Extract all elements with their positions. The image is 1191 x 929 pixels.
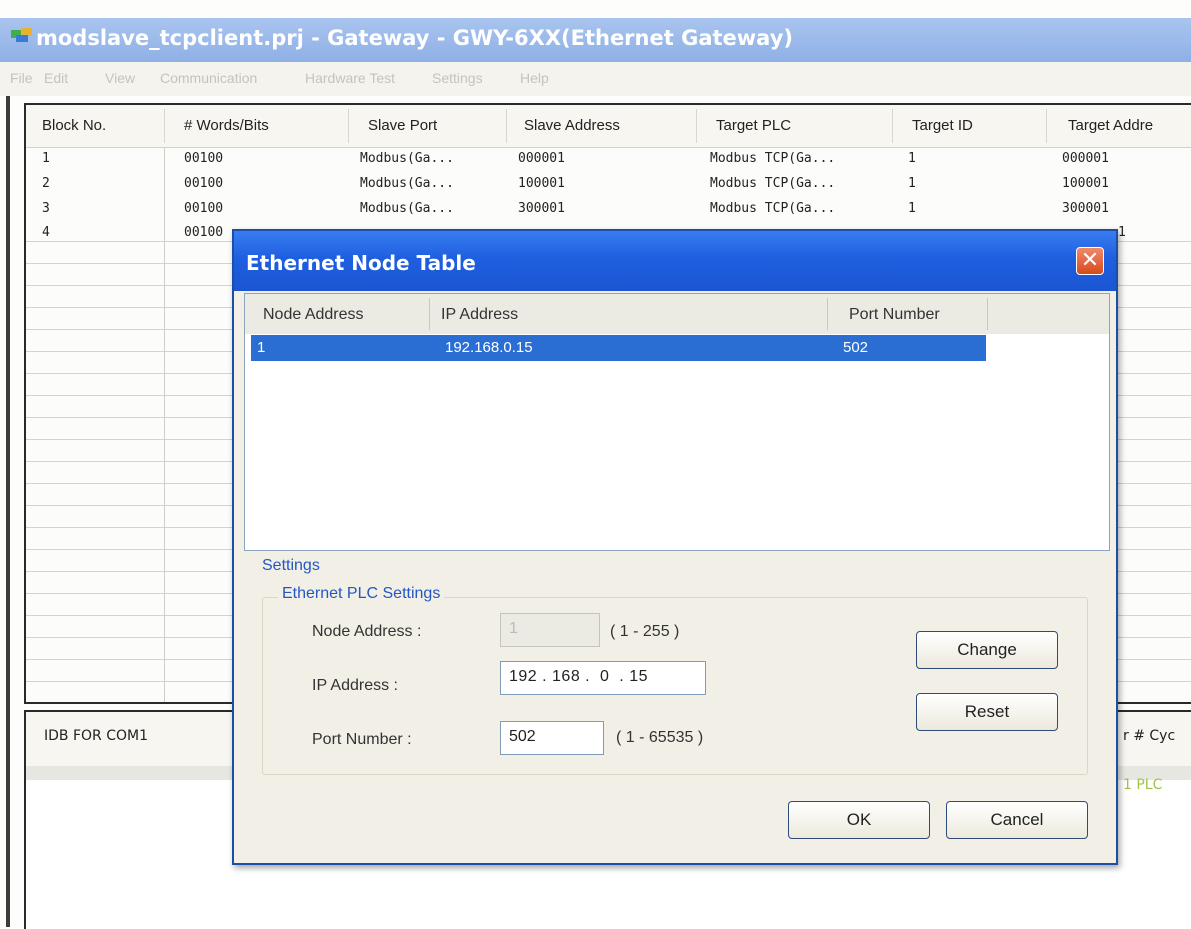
block-table-header: Block No. # Words/Bits Slave Port Slave … [26,105,1191,148]
bottom-pane-status: 1 PLC [1123,777,1163,793]
node-address-label: Node Address : [312,623,422,640]
cancel-button[interactable]: Cancel [946,801,1088,839]
node-list[interactable]: Node Address IP Address Port Number 1 19… [244,293,1110,551]
table-cell[interactable]: 100001 [1062,176,1109,191]
table-cell[interactable]: 00100 [184,201,223,216]
port-number-range: ( 1 - 65535 ) [616,729,704,746]
table-cell[interactable]: 2 [42,176,50,191]
window-left-edge [6,96,10,927]
port-number-field[interactable]: 502 [500,721,604,755]
menu-settings[interactable]: Settings [432,70,483,86]
table-cell[interactable]: Modbus TCP(Ga... [710,176,835,191]
table-cell[interactable]: 00100 [184,151,223,166]
table-cell[interactable]: 00100 [184,225,223,240]
node-address-cell: 1 [257,339,266,356]
table-cell[interactable]: Modbus(Ga... [360,176,454,191]
table-cell[interactable]: 1 [908,151,916,166]
change-button[interactable]: Change [916,631,1058,669]
app-icon [11,28,32,42]
node-address-field: 1 [500,613,600,647]
table-cell[interactable]: 000001 [518,151,565,166]
menu-file[interactable]: File [10,70,33,86]
col-node-address[interactable]: Node Address [263,306,364,324]
bottom-pane-tab[interactable]: IDB FOR COM1 [44,728,148,744]
table-cell[interactable]: 000001 [1062,151,1109,166]
col-target-address[interactable]: Target Addre [1068,117,1153,134]
settings-label: Settings [262,557,320,574]
node-list-header: Node Address IP Address Port Number [245,294,1109,334]
ok-button[interactable]: OK [788,801,930,839]
col-target-plc[interactable]: Target PLC [716,117,791,134]
col-port-number[interactable]: Port Number [849,306,940,324]
table-cell[interactable]: 3 [42,201,50,216]
menu-hardware-test[interactable]: Hardware Test [305,70,395,86]
table-cell[interactable]: 1 [42,151,50,166]
table-cell[interactable]: 4 [42,225,50,240]
table-cell[interactable]: 1 [908,201,916,216]
port-number-label: Port Number : [312,731,412,748]
table-cell[interactable]: Modbus(Ga... [360,151,454,166]
list-item[interactable]: 1 192.168.0.15 502 [251,335,986,361]
table-cell[interactable]: 1 [1118,225,1126,240]
group-label: Ethernet PLC Settings [278,585,445,603]
ip-address-field[interactable]: 192 . 168 . 0 . 15 [500,661,706,695]
menu-bar: File Edit View Communication Hardware Te… [0,62,1191,96]
menu-edit[interactable]: Edit [44,70,68,86]
col-slave-port[interactable]: Slave Port [368,117,437,134]
node-address-range: ( 1 - 255 ) [610,623,680,640]
window-title-bar: modslave_tcpclient.prj - Gateway - GWY-6… [0,18,1191,62]
ip-address-label: IP Address : [312,677,398,694]
port-number-cell: 502 [843,339,869,356]
bottom-pane-column: r # Cyc [1123,728,1176,744]
table-cell[interactable]: 300001 [1062,201,1109,216]
ip-address-cell: 192.168.0.15 [445,339,533,356]
col-words-bits[interactable]: # Words/Bits [184,117,269,134]
dialog-title-bar: Ethernet Node Table ✕ [234,231,1116,291]
col-slave-address[interactable]: Slave Address [524,117,620,134]
table-cell[interactable]: Modbus(Ga... [360,201,454,216]
col-ip-address[interactable]: IP Address [441,306,518,324]
menu-view[interactable]: View [105,70,135,86]
table-cell[interactable]: 1 [908,176,916,191]
table-cell[interactable]: Modbus TCP(Ga... [710,151,835,166]
table-cell[interactable]: Modbus TCP(Ga... [710,201,835,216]
reset-button[interactable]: Reset [916,693,1058,731]
close-icon[interactable]: ✕ [1076,247,1104,275]
col-block-no[interactable]: Block No. [42,117,106,134]
col-target-id[interactable]: Target ID [912,117,973,134]
window-title: modslave_tcpclient.prj - Gateway - GWY-6… [36,26,793,50]
ethernet-node-table-dialog: Ethernet Node Table ✕ Node Address IP Ad… [232,229,1118,865]
table-cell[interactable]: 100001 [518,176,565,191]
table-cell[interactable]: 00100 [184,176,223,191]
dialog-title: Ethernet Node Table [246,251,476,275]
menu-communication[interactable]: Communication [160,70,257,86]
table-cell[interactable]: 300001 [518,201,565,216]
menu-help[interactable]: Help [520,70,549,86]
